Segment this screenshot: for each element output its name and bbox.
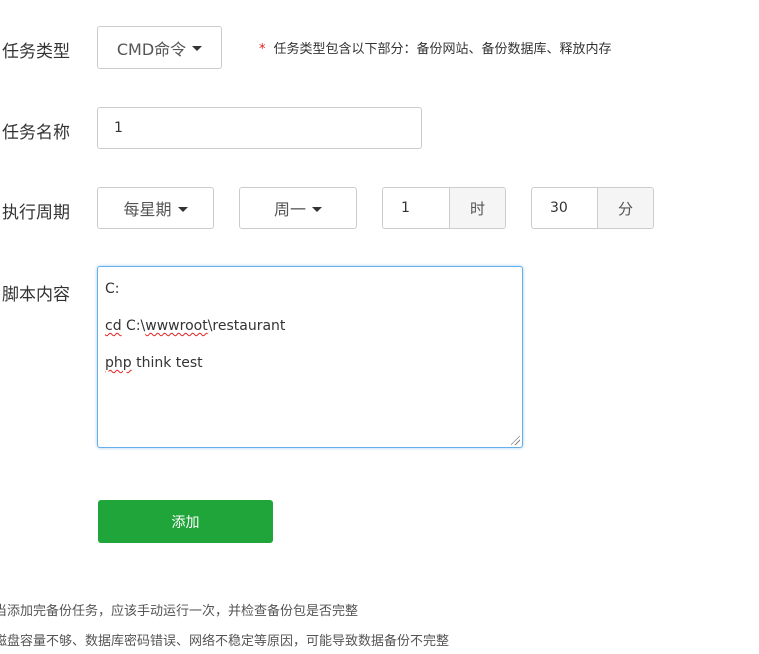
chevron-down-icon — [312, 206, 322, 212]
script-textarea[interactable]: C: cd C:\wwwroot\restaurant php think te… — [97, 266, 523, 448]
minute-input[interactable]: 30 — [532, 188, 597, 228]
cron-task-form: 任务类型 CMD命令 * 任务类型包含以下部分：备份网站、备份数据库、释放内存 任… — [0, 0, 759, 654]
note-item: 当添加完备份任务，应该手动运行一次，并检查备份包是否完整 — [0, 604, 359, 619]
script-line: C: — [105, 281, 120, 297]
hour-value: 1 — [401, 200, 410, 216]
period-selected: 每星期 — [123, 200, 172, 219]
required-marker: * — [259, 42, 266, 57]
chevron-down-icon — [192, 46, 203, 51]
task-type-select[interactable]: CMD命令 — [97, 26, 222, 69]
note-item: 磁盘容量不够、数据库密码错误、网络不稳定等原因，可能导致数据备份不完整 — [0, 634, 450, 649]
task-type-hint: * 任务类型包含以下部分：备份网站、备份数据库、释放内存 — [259, 38, 612, 57]
add-button[interactable]: 添加 — [98, 500, 273, 543]
weekday-selected: 周一 — [273, 200, 306, 219]
hour-input-group: 1 时 — [382, 187, 506, 229]
task-type-selected: CMD命令 — [116, 39, 187, 59]
period-select[interactable]: 每星期 — [97, 187, 214, 229]
hour-input[interactable]: 1 — [383, 188, 449, 228]
task-type-hint-text: 任务类型包含以下部分：备份网站、备份数据库、释放内存 — [273, 42, 612, 57]
task-name-label: 任务名称 — [2, 123, 70, 143]
task-name-value: 1 — [114, 120, 123, 136]
script-label: 脚本内容 — [2, 285, 70, 305]
script-line: php think test — [105, 355, 203, 371]
task-name-input[interactable]: 1 — [97, 107, 422, 149]
chevron-down-icon — [177, 206, 188, 212]
minute-value: 30 — [550, 200, 568, 216]
schedule-label: 执行周期 — [2, 203, 70, 223]
task-type-label: 任务类型 — [2, 42, 70, 62]
script-line: cd C:\wwwroot\restaurant — [105, 318, 286, 334]
resize-handle-icon[interactable] — [511, 436, 520, 445]
minute-input-group: 30 分 — [531, 187, 654, 229]
hour-unit: 时 — [449, 188, 505, 228]
weekday-select[interactable]: 周一 — [239, 187, 357, 229]
minute-unit: 分 — [597, 188, 653, 228]
